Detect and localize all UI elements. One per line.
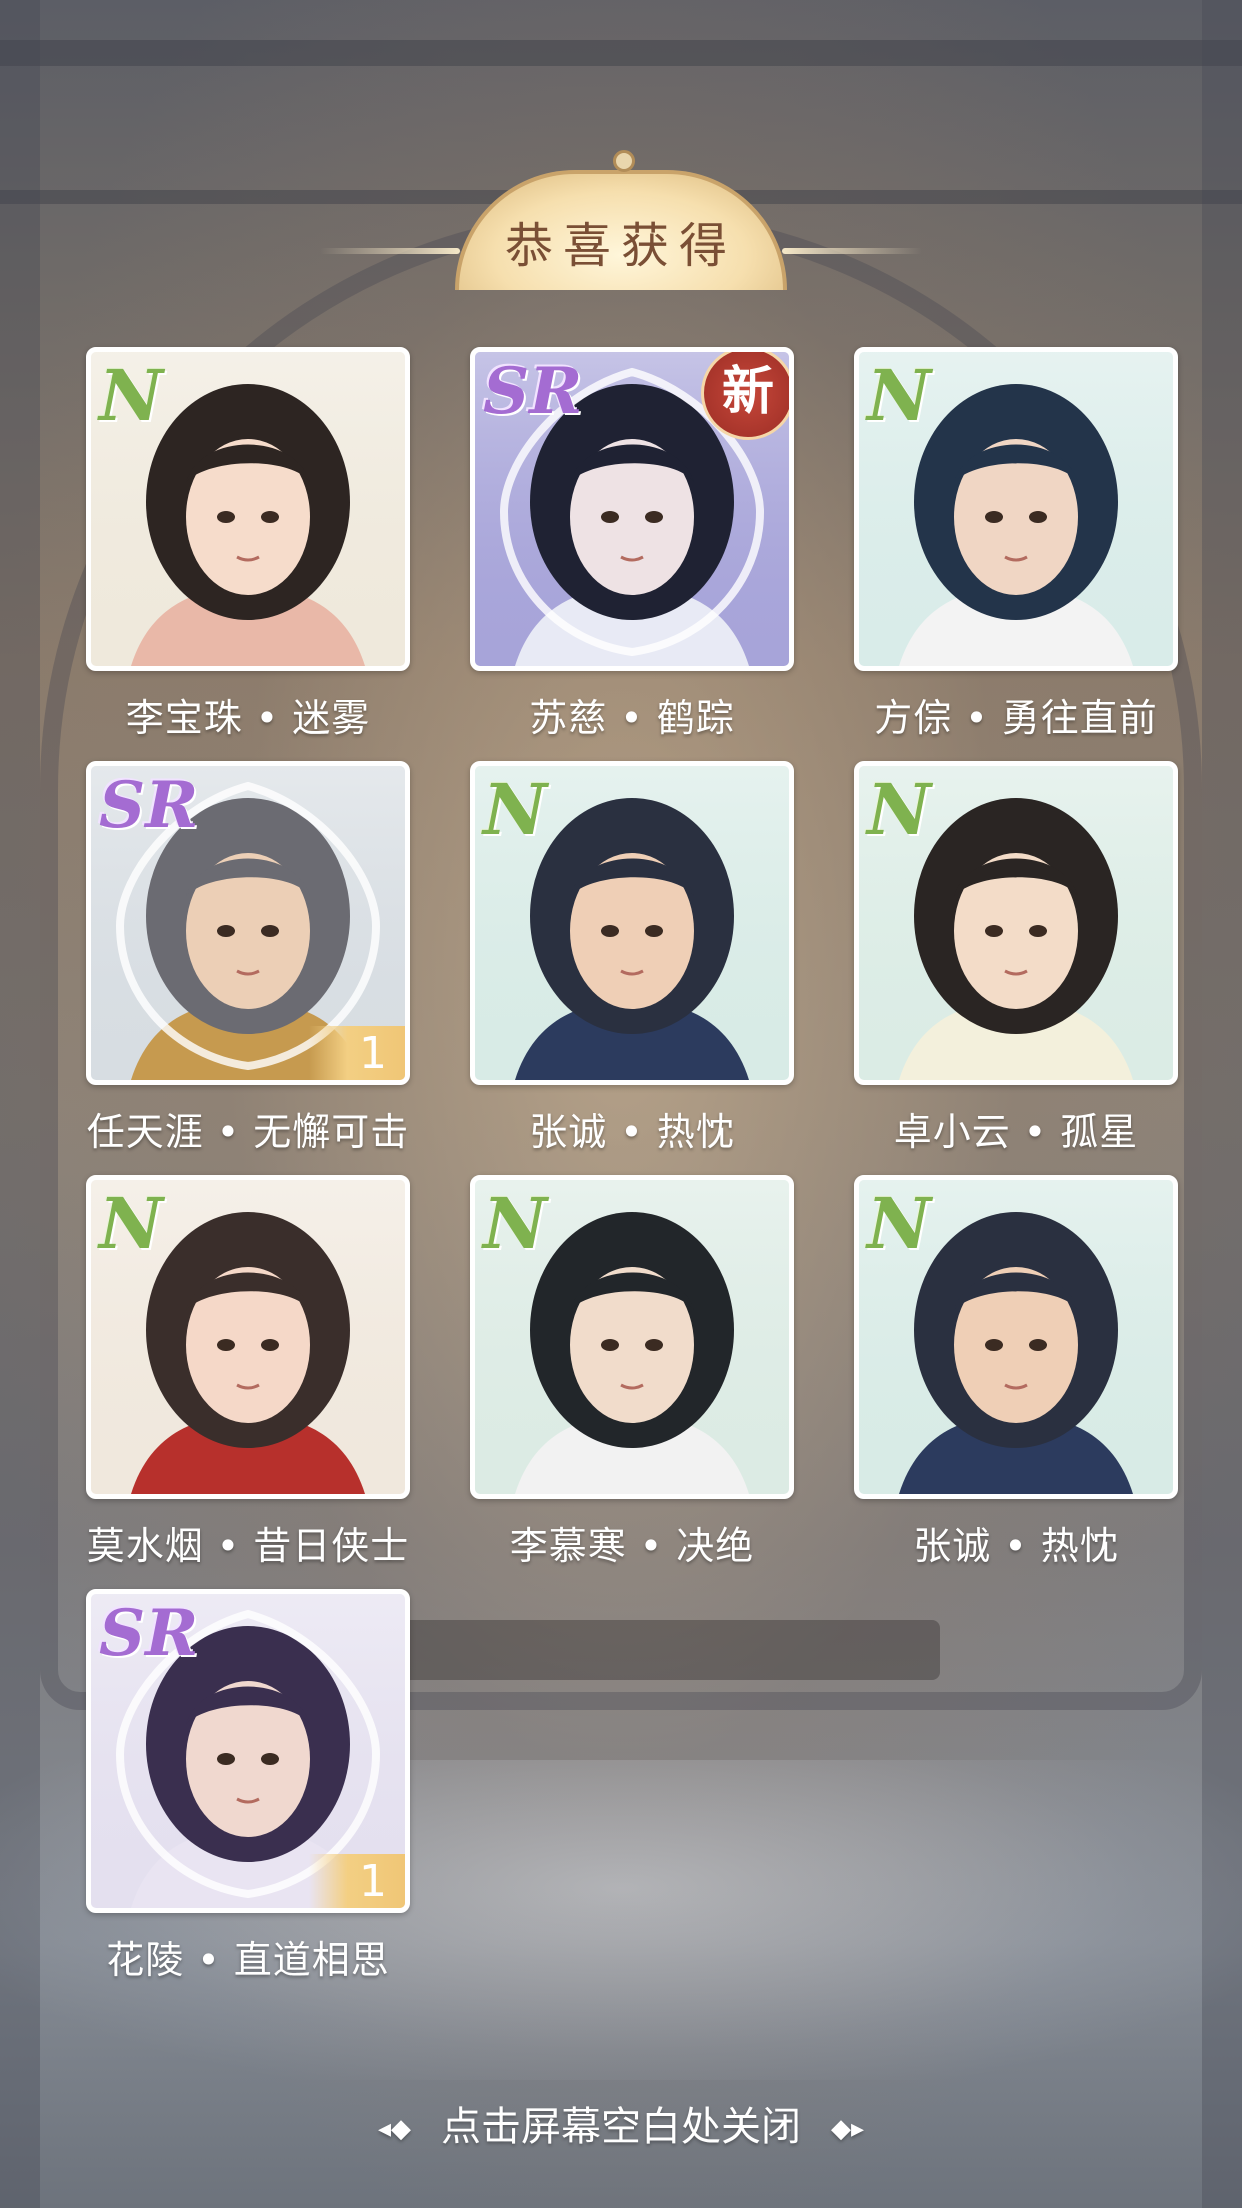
rarity-badge: N [867, 768, 931, 851]
character-name: 苏慈 • 鹤踪 [529, 696, 735, 740]
character-name: 李宝珠 • 迷雾 [125, 696, 371, 740]
character-card[interactable]: N [854, 347, 1178, 671]
rarity-badge: N [483, 1182, 547, 1265]
rarity-badge: SR [99, 1596, 199, 1671]
close-hint-text: 点击屏幕空白处关闭 [441, 2104, 801, 2150]
rarity-badge: N [867, 354, 931, 437]
rarity-badge: SR [483, 354, 583, 429]
header-wing-left [320, 248, 460, 254]
hint-deco-left-icon: ◂◆ [377, 2114, 411, 2144]
character-card[interactable]: N [470, 1175, 794, 1499]
card-count: 1 [309, 1026, 405, 1080]
page-title: 恭喜获得 [504, 218, 737, 274]
character-name: 花陵 • 直道相思 [106, 1938, 390, 1982]
character-name: 莫水烟 • 昔日侠士 [86, 1524, 410, 1568]
character-name: 任天涯 • 无懈可击 [86, 1110, 410, 1154]
rarity-badge: N [99, 354, 163, 437]
character-card[interactable]: SR 新 [470, 347, 794, 671]
bg-desk [380, 1620, 940, 1680]
character-card[interactable]: N [86, 347, 410, 671]
hint-deco-right-icon: ◆▸ [831, 2114, 865, 2144]
character-card[interactable]: N [854, 761, 1178, 1085]
rarity-badge: N [483, 768, 547, 851]
character-name: 李慕寒 • 决绝 [509, 1524, 755, 1568]
character-card[interactable]: N [854, 1175, 1178, 1499]
header-ornament [613, 150, 635, 172]
header-wing-right [782, 248, 922, 254]
reward-header: 恭喜获得 [320, 150, 922, 290]
character-card[interactable]: N [86, 1175, 410, 1499]
character-card[interactable]: N [470, 761, 794, 1085]
card-count: 1 [309, 1854, 405, 1908]
close-hint[interactable]: ◂◆ 点击屏幕空白处关闭 ◆▸ [0, 2094, 1242, 2152]
rarity-badge: N [867, 1182, 931, 1265]
character-card[interactable]: SR 1 [86, 1589, 410, 1913]
character-name: 张诚 • 热忱 [529, 1110, 735, 1154]
new-badge: 新 [701, 352, 789, 440]
bg-beam-top [0, 40, 1242, 66]
character-name: 方倧 • 勇往直前 [874, 696, 1158, 740]
rarity-badge: SR [99, 768, 199, 843]
rarity-badge: N [99, 1182, 163, 1265]
character-name: 卓小云 • 孤星 [893, 1110, 1139, 1154]
character-name: 张诚 • 热忱 [913, 1524, 1119, 1568]
character-card[interactable]: SR 1 [86, 761, 410, 1085]
